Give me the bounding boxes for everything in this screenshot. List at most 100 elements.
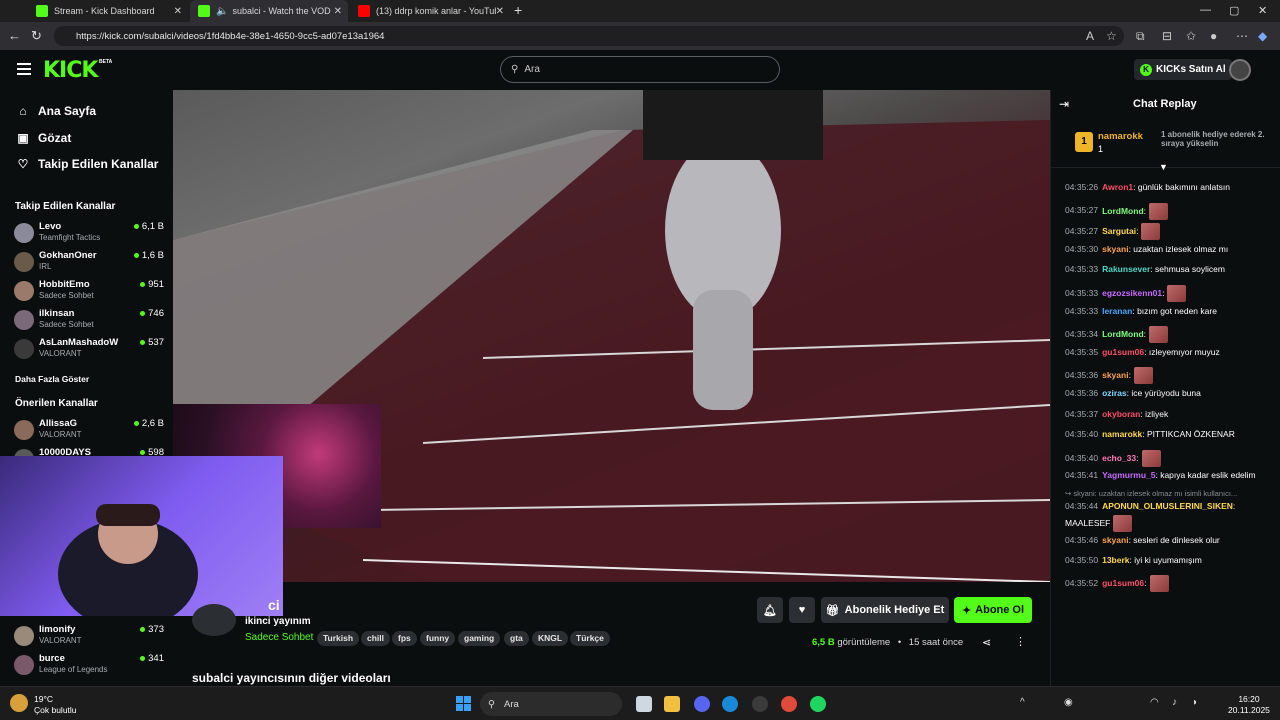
taskbar-search[interactable]: ⚲ Ara [480, 692, 622, 716]
tag-chip[interactable]: Türkçe [570, 631, 610, 646]
spotify-icon[interactable] [810, 696, 826, 712]
read-aloud-icon[interactable]: A [1086, 29, 1094, 43]
tag-chip[interactable]: Turkish [317, 631, 360, 646]
file-explorer-icon[interactable] [664, 696, 680, 712]
followed-channel[interactable]: ilkinsan Sadece Sohbet 746 [14, 308, 164, 336]
more-options-icon[interactable]: ⋮ [1015, 635, 1026, 648]
message-user[interactable]: oziras [1102, 388, 1127, 398]
followed-channel[interactable]: HobbitEmo Sadece Sohbet 951 [14, 279, 164, 307]
message-user[interactable]: Rakunsever [1102, 264, 1150, 274]
nav-following[interactable]: ♡ Takip Edilen Kanallar [16, 157, 159, 171]
followed-channel[interactable]: AsLanMashadoW VALORANT 537 [14, 337, 164, 365]
start-menu-icon[interactable] [456, 696, 471, 711]
show-more-button[interactable]: Daha Fazla Göster [15, 374, 89, 384]
favorites-icon[interactable]: ✩ [1186, 29, 1196, 43]
message-user[interactable]: Awron1 [1102, 182, 1133, 192]
notification-bell-button[interactable]: 🔔︎ [757, 597, 783, 623]
message-time: 04:35:36 [1065, 370, 1099, 381]
message-user[interactable]: gu1sum06 [1102, 578, 1144, 588]
browser-tab-active[interactable]: 🔈 subalci - Watch the VOD on Kick ✕ [190, 0, 348, 22]
hamburger-menu-icon[interactable] [17, 63, 31, 75]
new-tab-button[interactable]: + [514, 2, 522, 18]
streamer-avatar[interactable] [192, 604, 236, 636]
message-user[interactable]: skyani [1102, 244, 1128, 254]
back-arrow-icon[interactable]: ← [8, 28, 21, 43]
url-field[interactable]: https://kick.com/subalci/videos/1fd4bb4e… [54, 26, 1124, 46]
menu-dots-icon[interactable]: ⋯ [1236, 29, 1248, 43]
recommended-channel[interactable]: burce League of Legends 341 [14, 653, 164, 681]
discord-icon[interactable] [694, 696, 710, 712]
close-window-button[interactable]: ✕ [1258, 4, 1267, 17]
tag-chip[interactable]: chill [361, 631, 391, 646]
tag-chip[interactable]: gaming [458, 631, 501, 646]
message-user[interactable]: Sargutai [1102, 226, 1136, 236]
profile-icon[interactable]: ● [1210, 29, 1217, 43]
followed-channel[interactable]: GokhanOner IRL 1,6 B [14, 250, 164, 278]
message-user[interactable]: LordMond [1102, 329, 1144, 339]
message-text: : [1128, 370, 1131, 381]
rank-badge: 1 [1075, 132, 1093, 152]
user-avatar[interactable] [1229, 59, 1251, 81]
reload-icon[interactable]: ↻ [31, 28, 42, 44]
nav-home[interactable]: ⌂ Ana Sayfa [16, 104, 96, 118]
mic-icon[interactable]: ♪ [1172, 697, 1177, 708]
followed-channel[interactable]: Levo Teamfight Tactics 6,1 B [14, 221, 164, 249]
app-icon[interactable] [752, 696, 768, 712]
expand-arrow-icon[interactable]: ▼ [1159, 162, 1168, 172]
message-user[interactable]: Yagmurmu_5 [1102, 470, 1155, 480]
edge-icon[interactable] [722, 696, 738, 712]
clock[interactable]: 16:20 20.11.2025 [1228, 694, 1270, 716]
tab-close-icon[interactable]: ✕ [496, 6, 504, 17]
message-user[interactable]: skyani [1102, 370, 1128, 380]
recommended-channel[interactable]: AllissaG VALORANT 2,6 B [14, 418, 164, 446]
wifi-icon[interactable]: ◠ [1150, 697, 1159, 708]
chrome-icon[interactable] [781, 696, 797, 712]
tray-chevron-icon[interactable]: ^ [1020, 697, 1025, 708]
kick-logo[interactable]: KICK [43, 58, 98, 83]
tab-close-icon[interactable]: ✕ [334, 6, 342, 17]
collapse-chat-icon[interactable]: ⇥ [1059, 97, 1069, 111]
tag-chip[interactable]: KNGL [532, 631, 569, 646]
gift-sub-button[interactable]: 🎁︎ Abonelik Hediye Et [821, 597, 949, 623]
message-user[interactable]: LordMond [1102, 205, 1144, 215]
chat-message: 04:35:30 skyani: uzaktan izlesek olmaz mı [1065, 244, 1275, 254]
tab-close-icon[interactable]: ✕ [174, 6, 182, 17]
subscribe-button[interactable]: ✦ Abone Ol [954, 597, 1032, 623]
message-time: 04:35:33 [1065, 305, 1099, 316]
tab-title: (13) ddrp komik anlar - YouTube [376, 6, 496, 16]
speaker-icon[interactable]: ◗ [1192, 697, 1198, 708]
browser-tab[interactable]: Stream - Kick Dashboard ✕ [28, 0, 188, 22]
favorite-star-icon[interactable]: ☆ [1106, 29, 1117, 43]
nav-browse[interactable]: ▣ Gözat [16, 131, 71, 145]
maximize-button[interactable]: ▢ [1229, 4, 1239, 17]
tag-chip[interactable]: fps [392, 631, 417, 646]
message-user[interactable]: APONUN_OLMUSLERINI_SIKEN [1102, 501, 1233, 511]
copilot-icon[interactable]: ◆ [1258, 29, 1267, 43]
task-view-icon[interactable] [636, 696, 652, 712]
buy-kicks-button[interactable]: K KICKs Satın Al [1134, 59, 1232, 80]
weather-widget[interactable]: 19°C Çok bulutlu [34, 694, 77, 716]
recommended-channel[interactable]: limonify VALORANT 373 [14, 624, 164, 652]
extensions-icon[interactable]: ⧉ [1136, 29, 1145, 44]
message-user[interactable]: okyboran [1102, 409, 1140, 419]
speaker-icon[interactable]: 🔈 [216, 6, 228, 17]
tag-chip[interactable]: funny [420, 631, 456, 646]
browser-tab[interactable]: (13) ddrp komik anlar - YouTube ✕ [350, 0, 510, 22]
steam-icon[interactable]: ◉ [1064, 697, 1073, 708]
message-user[interactable]: namarokk [1102, 429, 1142, 439]
split-screen-icon[interactable]: ⊟ [1162, 29, 1172, 43]
message-user[interactable]: leranan [1102, 306, 1132, 316]
leader-name[interactable]: namarokk [1098, 131, 1143, 142]
share-icon[interactable]: ⋖ [982, 636, 991, 649]
message-user[interactable]: gu1sum06 [1102, 347, 1144, 357]
message-user[interactable]: skyani [1102, 535, 1128, 545]
minimize-button[interactable]: — [1200, 4, 1211, 16]
message-user[interactable]: egzozsikenn01 [1102, 288, 1162, 298]
tag-chip[interactable]: gta [504, 631, 529, 646]
message-user[interactable]: 13berk [1102, 555, 1129, 565]
category-link[interactable]: Sadece Sohbet [245, 632, 313, 643]
follow-button[interactable]: ♥ [789, 597, 815, 623]
message-user[interactable]: echo_33 [1102, 453, 1136, 463]
streamer-name[interactable]: ci [268, 597, 280, 613]
search-input[interactable]: ⚲ Ara [500, 56, 780, 83]
